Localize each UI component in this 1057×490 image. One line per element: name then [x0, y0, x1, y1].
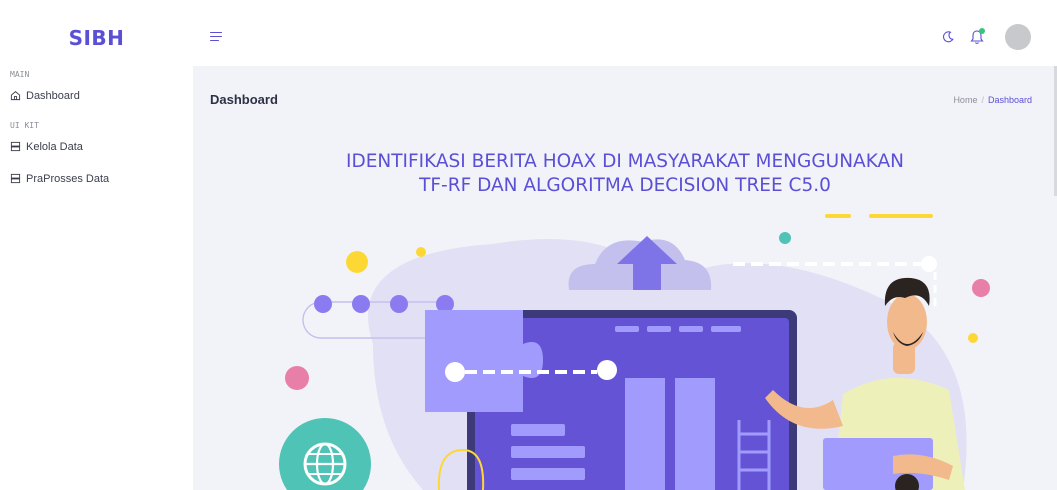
hero-title-line-1: IDENTIFIKASI BERITA HOAX DI MASYARAKAT M…	[346, 151, 904, 172]
sidebar-item-dashboard[interactable]: Dashboard	[0, 85, 193, 107]
yellow-dash	[869, 214, 933, 218]
brand-logo[interactable]: SIBH	[0, 10, 193, 66]
yellow-dot	[968, 333, 978, 343]
topbar	[193, 10, 1057, 66]
screen-dash	[647, 326, 671, 332]
screen-dash	[711, 326, 741, 332]
path-node	[445, 362, 465, 382]
pink-circle	[972, 279, 990, 297]
yellow-dash	[825, 214, 851, 218]
sidebar-item-label: Dashboard	[26, 90, 80, 102]
teal-dot	[779, 232, 791, 244]
yellow-dot	[416, 247, 426, 257]
screen-line	[511, 446, 585, 458]
avatar[interactable]	[1005, 24, 1031, 50]
screen-dash	[615, 326, 639, 332]
path-node	[597, 360, 617, 380]
server-icon	[10, 141, 21, 152]
purple-dot	[390, 295, 408, 313]
sidebar-section-ui-kit: UI KIT	[10, 121, 39, 130]
person-face	[887, 294, 927, 350]
home-icon	[10, 91, 21, 101]
notification-dot	[979, 28, 985, 34]
screen-bar	[675, 378, 715, 490]
purple-dot	[352, 295, 370, 313]
screen-line	[511, 424, 565, 436]
hero-title: IDENTIFIKASI BERITA HOAX DI MASYARAKAT M…	[193, 150, 1057, 198]
page-title: Dashboard	[210, 92, 278, 107]
hamburger-icon[interactable]	[210, 32, 222, 42]
yellow-circle	[346, 251, 368, 273]
server-icon	[10, 173, 21, 184]
main-content: Dashboard Home / Dashboard IDENTIFIKASI BE…	[193, 66, 1057, 490]
breadcrumb-current: Dashboard	[987, 95, 1032, 105]
sidebar-item-kelola-data[interactable]: Kelola Data	[0, 136, 193, 158]
purple-dot	[314, 295, 332, 313]
pink-circle	[285, 366, 309, 390]
screen-line	[511, 468, 585, 480]
sidebar-item-label: PraProsses Data	[26, 173, 110, 185]
breadcrumb: Home / Dashboard	[953, 95, 1032, 105]
bell-icon[interactable]	[969, 28, 985, 46]
screen-bar	[625, 378, 665, 490]
breadcrumb-home[interactable]: Home	[953, 95, 977, 105]
topbar-actions	[941, 24, 1031, 50]
sidebar-section-main: MAIN	[10, 70, 30, 79]
sidebar-item-praprosses-data[interactable]: PraProsses Data	[0, 168, 193, 190]
moon-icon[interactable]	[941, 30, 955, 44]
screen-dash	[679, 326, 703, 332]
sidebar: SIBH MAIN Dashboard UI KIT Kelola Data P…	[0, 10, 193, 490]
sidebar-item-label: Kelola Data	[26, 141, 83, 153]
hero-illustration	[279, 214, 990, 490]
path-node	[921, 256, 937, 272]
